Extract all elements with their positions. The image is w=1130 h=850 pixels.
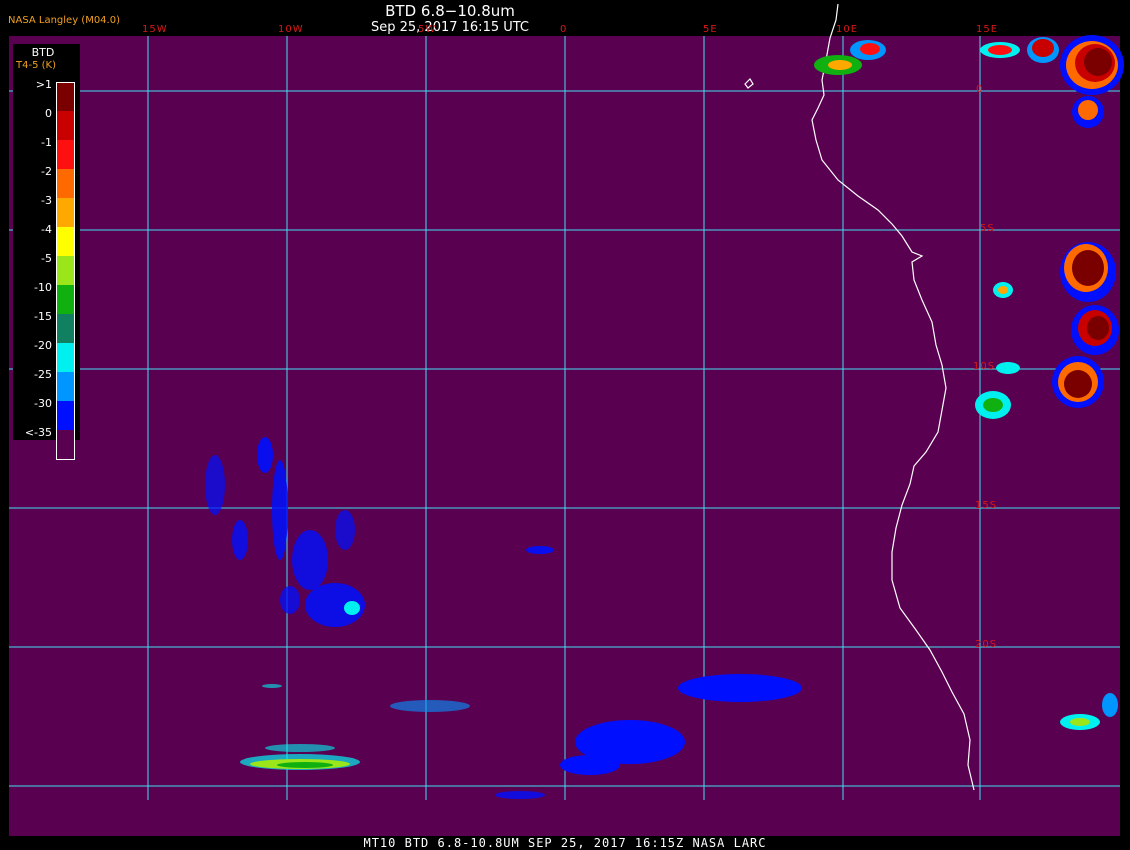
lon-label-10w: 10W <box>278 24 304 35</box>
legend-swatch <box>56 227 75 256</box>
legend-swatch <box>56 401 75 430</box>
image-timestamp: Sep 25, 2017 16:15 UTC <box>370 20 530 35</box>
legend-swatch <box>56 82 75 112</box>
legend-swatch <box>56 430 75 460</box>
color-legend: BTD T4-5 (K) >1 0 -1 -2 -3 -4 -5 -10 -15 -20 -25 -3… <box>13 44 80 460</box>
legend-label: -1 <box>41 136 52 149</box>
legend-swatch <box>56 140 75 169</box>
legend-label: 0 <box>45 107 52 120</box>
legend-swatch <box>56 198 75 227</box>
legend-swatch <box>56 111 75 140</box>
image-title: BTD 6.8−10.8um <box>385 2 515 20</box>
legend-swatch <box>56 343 75 372</box>
lon-label-10e: 10E <box>836 24 859 35</box>
lon-label-5w: 5W <box>418 24 437 35</box>
legend-title: BTD <box>31 46 55 59</box>
legend-swatch <box>56 285 75 314</box>
lon-label-15e: 15E <box>976 24 999 35</box>
legend-label: <-35 <box>24 426 52 439</box>
legend-label: -3 <box>41 194 52 207</box>
legend-swatch <box>56 256 75 285</box>
lon-label-5e: 5E <box>703 24 718 35</box>
legend-swatch <box>56 169 75 198</box>
satellite-map <box>9 3 1124 836</box>
bottom-strip <box>9 800 1120 836</box>
lat-label-15s: 15S <box>975 500 998 511</box>
legend-label: -30 <box>34 397 52 410</box>
legend-label: -5 <box>41 252 52 265</box>
footer-caption: MT10 BTD 6.8-10.8UM SEP 25, 2017 16:15Z … <box>363 836 767 850</box>
legend-label: -15 <box>34 310 52 323</box>
legend-label: -2 <box>41 165 52 178</box>
legend-label: -4 <box>41 223 52 236</box>
legend-subtitle: T4-5 (K) <box>16 60 56 71</box>
lon-label-0: 0 <box>560 24 568 35</box>
legend-label: -25 <box>34 368 52 381</box>
lat-label-5s: 5S <box>980 223 995 234</box>
legend-label: -10 <box>34 281 52 294</box>
lat-label-10s: 10S <box>973 361 996 372</box>
lat-label-0: 0 <box>976 84 984 95</box>
legend-swatch <box>56 314 75 343</box>
legend-swatch <box>56 372 75 401</box>
lon-label-15w: 15W <box>142 24 168 35</box>
legend-label: >1 <box>35 78 52 91</box>
lat-label-20s: 20S <box>975 639 998 650</box>
legend-label: -20 <box>34 339 52 352</box>
